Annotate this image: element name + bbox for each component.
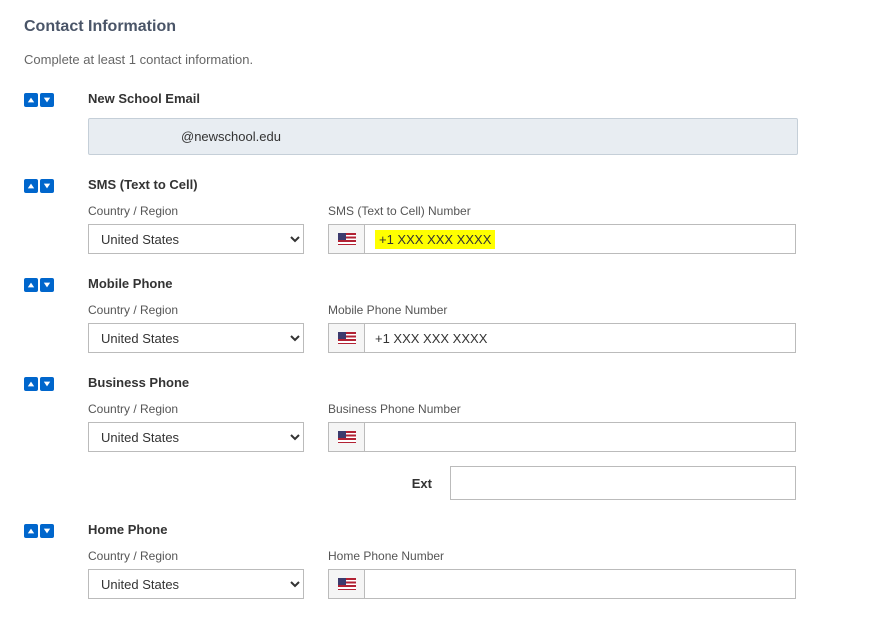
flag-box bbox=[329, 423, 365, 451]
move-down-button[interactable] bbox=[40, 377, 54, 391]
mobile-number-label: Mobile Phone Number bbox=[328, 303, 796, 317]
flag-box bbox=[329, 570, 365, 598]
home-label: Home Phone bbox=[88, 522, 849, 537]
arrow-up-icon bbox=[27, 380, 35, 388]
arrow-down-icon bbox=[43, 380, 51, 388]
us-flag-icon bbox=[338, 431, 356, 443]
arrow-down-icon bbox=[43, 281, 51, 289]
mobile-label: Mobile Phone bbox=[88, 276, 849, 291]
arrow-up-icon bbox=[27, 527, 35, 535]
business-country-label: Country / Region bbox=[88, 402, 304, 416]
reorder-controls bbox=[24, 375, 88, 391]
business-country-select[interactable]: United States bbox=[88, 422, 304, 452]
reorder-controls bbox=[24, 522, 88, 538]
us-flag-icon bbox=[338, 332, 356, 344]
arrow-up-icon bbox=[27, 182, 35, 190]
email-display: @newschool.edu bbox=[88, 118, 798, 155]
home-country-select[interactable]: United States bbox=[88, 569, 304, 599]
section-mobile: Mobile Phone Country / Region United Sta… bbox=[24, 276, 849, 353]
section-sms: SMS (Text to Cell) Country / Region Unit… bbox=[24, 177, 849, 254]
flag-box bbox=[329, 324, 365, 352]
business-ext-label: Ext bbox=[412, 476, 432, 491]
business-label: Business Phone bbox=[88, 375, 849, 390]
home-number-label: Home Phone Number bbox=[328, 549, 796, 563]
sms-phone-wrapper: +1 XXX XXX XXXX bbox=[328, 224, 796, 254]
section-home: Home Phone Country / Region United State… bbox=[24, 522, 849, 599]
us-flag-icon bbox=[338, 233, 356, 245]
arrow-up-icon bbox=[27, 281, 35, 289]
mobile-phone-input[interactable] bbox=[365, 324, 795, 352]
sms-number-value: +1 XXX XXX XXXX bbox=[375, 230, 495, 249]
us-flag-icon bbox=[338, 578, 356, 590]
arrow-down-icon bbox=[43, 182, 51, 190]
business-number-label: Business Phone Number bbox=[328, 402, 796, 416]
email-value: @newschool.edu bbox=[181, 129, 281, 144]
page-subtitle: Complete at least 1 contact information. bbox=[24, 52, 849, 67]
home-country-label: Country / Region bbox=[88, 549, 304, 563]
move-up-button[interactable] bbox=[24, 93, 38, 107]
move-up-button[interactable] bbox=[24, 377, 38, 391]
mobile-country-label: Country / Region bbox=[88, 303, 304, 317]
flag-box bbox=[329, 225, 365, 253]
business-phone-input[interactable] bbox=[365, 423, 795, 451]
arrow-down-icon bbox=[43, 527, 51, 535]
business-phone-wrapper bbox=[328, 422, 796, 452]
section-business: Business Phone Country / Region United S… bbox=[24, 375, 849, 500]
home-phone-input[interactable] bbox=[365, 570, 795, 598]
move-down-button[interactable] bbox=[40, 524, 54, 538]
move-down-button[interactable] bbox=[40, 93, 54, 107]
reorder-controls bbox=[24, 276, 88, 292]
sms-label: SMS (Text to Cell) bbox=[88, 177, 849, 192]
arrow-up-icon bbox=[27, 96, 35, 104]
reorder-controls bbox=[24, 177, 88, 193]
sms-country-select[interactable]: United States bbox=[88, 224, 304, 254]
move-down-button[interactable] bbox=[40, 278, 54, 292]
move-down-button[interactable] bbox=[40, 179, 54, 193]
move-up-button[interactable] bbox=[24, 524, 38, 538]
page-title: Contact Information bbox=[24, 18, 849, 36]
reorder-controls bbox=[24, 91, 88, 107]
mobile-phone-wrapper bbox=[328, 323, 796, 353]
business-ext-input[interactable] bbox=[450, 466, 796, 500]
sms-country-label: Country / Region bbox=[88, 204, 304, 218]
move-up-button[interactable] bbox=[24, 179, 38, 193]
mobile-country-select[interactable]: United States bbox=[88, 323, 304, 353]
email-label: New School Email bbox=[88, 91, 849, 106]
business-ext-row: Ext bbox=[88, 466, 796, 500]
home-phone-wrapper bbox=[328, 569, 796, 599]
sms-number-label: SMS (Text to Cell) Number bbox=[328, 204, 796, 218]
arrow-down-icon bbox=[43, 96, 51, 104]
section-email: New School Email @newschool.edu bbox=[24, 91, 849, 155]
sms-phone-input[interactable]: +1 XXX XXX XXXX bbox=[365, 225, 795, 253]
move-up-button[interactable] bbox=[24, 278, 38, 292]
